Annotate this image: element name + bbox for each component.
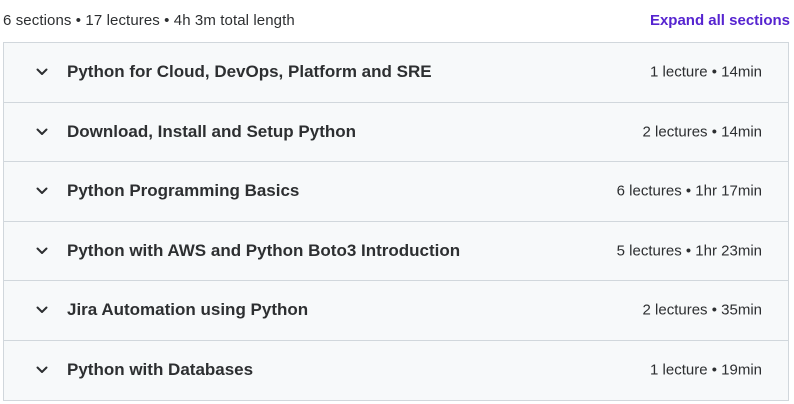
- section-title: Python with AWS and Python Boto3 Introdu…: [67, 240, 461, 260]
- section-title: Python Programming Basics: [67, 181, 300, 201]
- section-title: Download, Install and Setup Python: [67, 121, 357, 141]
- course-curriculum: 6 sections • 17 lectures • 4h 3m total l…: [0, 0, 794, 404]
- section-row[interactable]: Python for Cloud, DevOps, Platform and S…: [4, 43, 788, 103]
- section-meta: 1 lecture • 14min: [650, 63, 762, 81]
- chevron-down-icon: [36, 306, 48, 314]
- section-meta: 2 lectures • 35min: [642, 301, 762, 319]
- section-title: Python with Databases: [67, 360, 254, 380]
- chevron-down-icon: [36, 247, 48, 254]
- expand-all-sections-button[interactable]: Expand all sections: [650, 12, 790, 29]
- section-row[interactable]: Python with Databases 1 lecture • 19min: [4, 340, 788, 400]
- section-title: Python for Cloud, DevOps, Platform and S…: [67, 62, 432, 82]
- chevron-down-icon: [36, 68, 48, 76]
- curriculum-header: 6 sections • 17 lectures • 4h 3m total l…: [0, 0, 794, 42]
- section-meta: 1 lecture • 19min: [650, 361, 762, 379]
- section-meta: 2 lectures • 14min: [642, 123, 762, 141]
- chevron-down-icon: [36, 128, 48, 135]
- section-row[interactable]: Python Programming Basics 6 lectures • 1…: [4, 162, 788, 222]
- section-meta: 5 lectures • 1hr 23min: [616, 242, 762, 260]
- chevron-down-icon: [36, 187, 48, 195]
- chevron-down-icon: [36, 366, 48, 374]
- section-list: Python for Cloud, DevOps, Platform and S…: [3, 42, 789, 401]
- curriculum-summary: 6 sections • 17 lectures • 4h 3m total l…: [3, 12, 295, 29]
- section-row[interactable]: Jira Automation using Python 2 lectures …: [4, 281, 788, 341]
- section-row[interactable]: Download, Install and Setup Python 2 lec…: [4, 102, 788, 162]
- section-meta: 6 lectures • 1hr 17min: [616, 182, 762, 200]
- section-title: Jira Automation using Python: [67, 300, 309, 320]
- section-row[interactable]: Python with AWS and Python Boto3 Introdu…: [4, 221, 788, 281]
